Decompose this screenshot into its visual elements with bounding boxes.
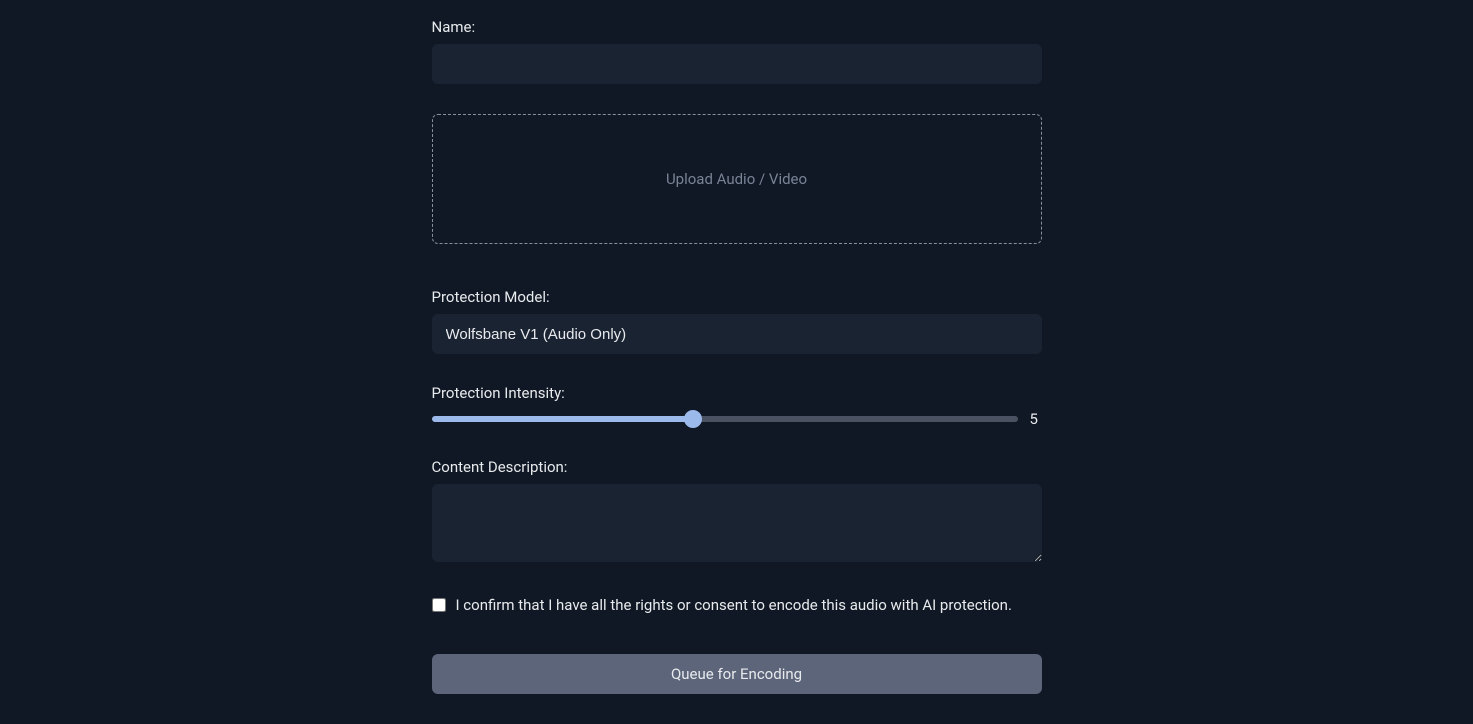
name-group: Name: bbox=[432, 18, 1042, 84]
protection-model-select[interactable]: Wolfsbane V1 (Audio Only) bbox=[432, 314, 1042, 354]
encoding-form: Name: Upload Audio / Video Protection Mo… bbox=[432, 18, 1042, 724]
content-description-textarea[interactable] bbox=[432, 484, 1042, 562]
protection-model-group: Protection Model: Wolfsbane V1 (Audio On… bbox=[432, 288, 1042, 354]
upload-text: Upload Audio / Video bbox=[666, 170, 807, 188]
consent-checkbox[interactable] bbox=[432, 598, 446, 612]
name-label: Name: bbox=[432, 18, 1042, 36]
intensity-slider[interactable] bbox=[432, 416, 1018, 422]
upload-dropzone[interactable]: Upload Audio / Video bbox=[432, 114, 1042, 244]
slider-row: 5 bbox=[432, 410, 1042, 428]
protection-model-label: Protection Model: bbox=[432, 288, 1042, 306]
content-description-label: Content Description: bbox=[432, 458, 1042, 476]
protection-intensity-label: Protection Intensity: bbox=[432, 384, 1042, 402]
protection-intensity-group: Protection Intensity: 5 bbox=[432, 384, 1042, 428]
intensity-value: 5 bbox=[1030, 410, 1042, 428]
content-description-group: Content Description: bbox=[432, 458, 1042, 566]
consent-label[interactable]: I confirm that I have all the rights or … bbox=[456, 596, 1012, 614]
consent-row: I confirm that I have all the rights or … bbox=[432, 596, 1042, 614]
name-input[interactable] bbox=[432, 44, 1042, 84]
queue-encoding-button[interactable]: Queue for Encoding bbox=[432, 654, 1042, 694]
